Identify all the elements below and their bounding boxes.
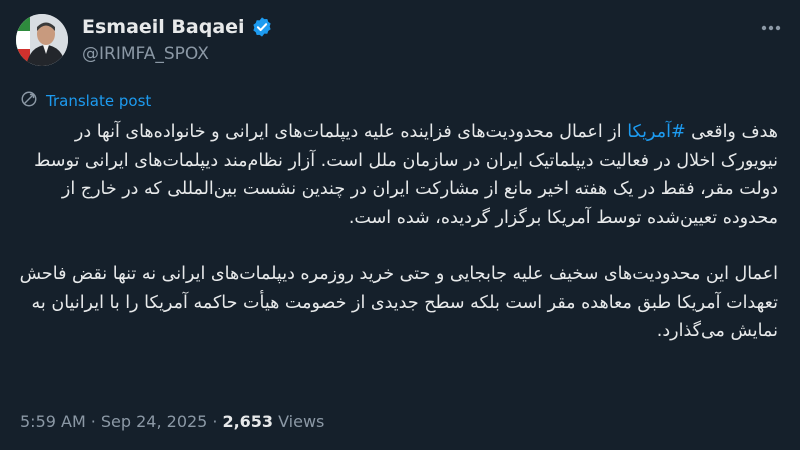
author-handle[interactable]: @IRIMFA_SPOX <box>82 44 209 64</box>
post-date[interactable]: Sep 24, 2025 <box>101 412 208 431</box>
post-metadata: 5:59 AM · Sep 24, 2025 · 2,653 Views <box>20 412 324 431</box>
more-options-icon[interactable] <box>756 18 786 38</box>
author-avatar[interactable] <box>16 14 68 66</box>
post-text-segment: هدف واقعی <box>685 122 778 142</box>
separator-dot: · <box>212 412 218 431</box>
post-text: هدف واقعی #آمریکا از اعمال محدودیت‌های ف… <box>18 118 778 346</box>
views-count: 2,653 <box>222 412 274 431</box>
author-name[interactable]: Esmaeil Baqaei <box>82 16 245 38</box>
verified-badge-icon <box>251 16 273 38</box>
views-label: Views <box>278 412 325 431</box>
post-paragraph-1: هدف واقعی #آمریکا از اعمال محدودیت‌های ف… <box>18 118 778 232</box>
post-paragraph-2: اعمال این محدودیت‌های سخیف علیه جابجایی … <box>19 264 778 341</box>
translate-label: Translate post <box>46 92 152 110</box>
tweet-post: Esmaeil Baqaei @IRIMFA_SPOX Translate po… <box>0 0 800 450</box>
translate-icon <box>20 90 38 112</box>
post-time[interactable]: 5:59 AM <box>20 412 86 431</box>
author-name-row: Esmaeil Baqaei <box>82 16 273 38</box>
separator-dot: · <box>90 412 96 431</box>
profile-photo <box>16 14 68 66</box>
hashtag-link[interactable]: #آمریکا <box>627 122 685 142</box>
translate-post-link[interactable]: Translate post <box>20 90 151 112</box>
